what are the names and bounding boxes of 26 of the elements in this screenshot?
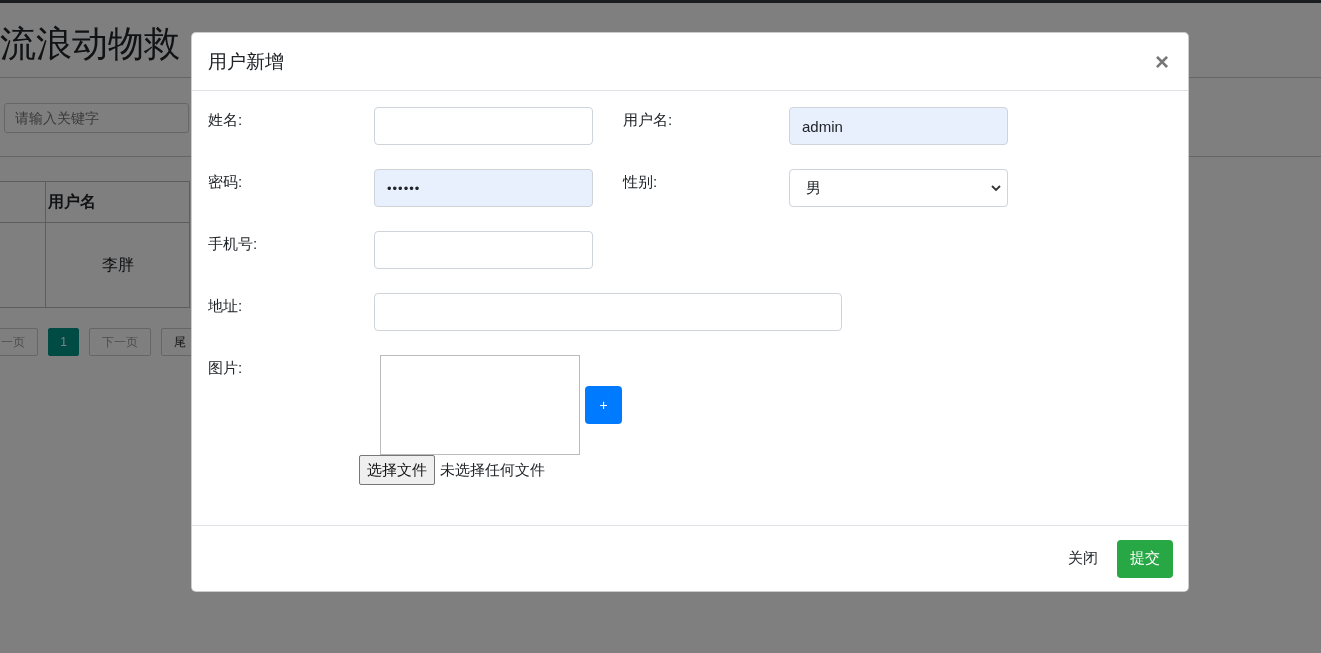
search-field[interactable]: 请输入关键字: [4, 103, 189, 133]
table-cell: 李胖: [45, 222, 190, 308]
dialog-title: 用户新增: [208, 49, 284, 74]
input-field[interactable]: [374, 107, 593, 146]
file-status: 未选择任何文件: [440, 460, 545, 480]
caret-icon: [991, 184, 1001, 192]
input-field[interactable]: admin: [789, 107, 1008, 146]
close-button[interactable]: ×: [1151, 47, 1173, 76]
field-label: 密码:: [208, 172, 244, 193]
input-field[interactable]: [374, 231, 593, 270]
submit-button[interactable]: 提交: [1117, 539, 1173, 578]
field-label: 图片:: [208, 358, 244, 379]
add-button[interactable]: +: [585, 386, 622, 425]
input-field[interactable]: [374, 293, 842, 332]
password-field[interactable]: ••••••: [374, 169, 593, 208]
select-field[interactable]: 男: [789, 169, 1008, 208]
field-label: 用户名:: [623, 110, 674, 131]
close-button[interactable]: 关闭: [1055, 539, 1111, 578]
field-label: 地址:: [208, 296, 244, 317]
field-label: 姓名:: [208, 110, 244, 131]
column-header: 用户名: [45, 181, 190, 223]
field-label: 手机号:: [208, 234, 259, 255]
file-button[interactable]: 选择文件: [359, 455, 435, 486]
field-label: 性别:: [623, 172, 659, 193]
page-button[interactable]: 1: [48, 328, 79, 356]
page-title: 流浪动物救: [0, 22, 180, 66]
